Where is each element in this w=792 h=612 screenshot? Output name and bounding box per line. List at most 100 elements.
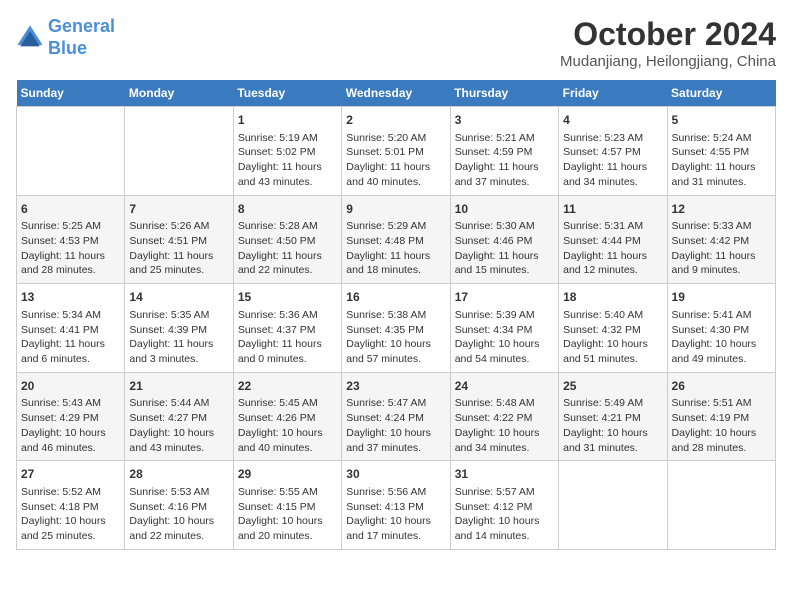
- header-cell-wednesday: Wednesday: [342, 80, 450, 107]
- day-info: Daylight: 11 hours and 0 minutes.: [238, 337, 337, 366]
- day-info: Daylight: 10 hours and 22 minutes.: [129, 514, 228, 543]
- day-info: Sunrise: 5:41 AM: [672, 308, 771, 323]
- day-info: Daylight: 10 hours and 17 minutes.: [346, 514, 445, 543]
- calendar-cell: 11Sunrise: 5:31 AMSunset: 4:44 PMDayligh…: [559, 195, 667, 284]
- day-info: Sunset: 4:35 PM: [346, 323, 445, 338]
- day-info: Sunset: 4:48 PM: [346, 234, 445, 249]
- day-info: Sunset: 4:32 PM: [563, 323, 662, 338]
- calendar-table: SundayMondayTuesdayWednesdayThursdayFrid…: [16, 80, 776, 550]
- day-info: Daylight: 11 hours and 9 minutes.: [672, 249, 771, 278]
- day-info: Daylight: 11 hours and 22 minutes.: [238, 249, 337, 278]
- day-info: Daylight: 10 hours and 31 minutes.: [563, 426, 662, 455]
- day-number: 27: [21, 466, 120, 483]
- calendar-cell: 3Sunrise: 5:21 AMSunset: 4:59 PMDaylight…: [450, 107, 558, 196]
- calendar-cell: 21Sunrise: 5:44 AMSunset: 4:27 PMDayligh…: [125, 372, 233, 461]
- logo-icon: [16, 24, 44, 52]
- day-info: Sunset: 4:12 PM: [455, 500, 554, 515]
- day-info: Sunset: 5:02 PM: [238, 145, 337, 160]
- day-number: 11: [563, 201, 662, 218]
- day-number: 4: [563, 112, 662, 129]
- day-info: Daylight: 11 hours and 34 minutes.: [563, 160, 662, 189]
- day-info: Daylight: 10 hours and 43 minutes.: [129, 426, 228, 455]
- day-number: 29: [238, 466, 337, 483]
- calendar-cell: 13Sunrise: 5:34 AMSunset: 4:41 PMDayligh…: [17, 284, 125, 373]
- day-info: Sunset: 4:24 PM: [346, 411, 445, 426]
- header-cell-sunday: Sunday: [17, 80, 125, 107]
- day-info: Sunset: 4:53 PM: [21, 234, 120, 249]
- calendar-cell: 1Sunrise: 5:19 AMSunset: 5:02 PMDaylight…: [233, 107, 341, 196]
- day-info: Sunset: 4:42 PM: [672, 234, 771, 249]
- day-info: Sunrise: 5:21 AM: [455, 131, 554, 146]
- day-number: 5: [672, 112, 771, 129]
- calendar-cell: 22Sunrise: 5:45 AMSunset: 4:26 PMDayligh…: [233, 372, 341, 461]
- calendar-cell: 7Sunrise: 5:26 AMSunset: 4:51 PMDaylight…: [125, 195, 233, 284]
- day-info: Sunrise: 5:40 AM: [563, 308, 662, 323]
- day-info: Sunrise: 5:49 AM: [563, 396, 662, 411]
- day-info: Sunrise: 5:29 AM: [346, 219, 445, 234]
- logo-line2: Blue: [48, 38, 87, 58]
- calendar-week-2: 6Sunrise: 5:25 AMSunset: 4:53 PM Daylight…: [17, 195, 776, 284]
- calendar-week-1: 1Sunrise: 5:19 AMSunset: 5:02 PMDaylight…: [17, 107, 776, 196]
- day-info: Daylight: 10 hours and 40 minutes.: [238, 426, 337, 455]
- header-cell-monday: Monday: [125, 80, 233, 107]
- day-info: Sunrise: 5:47 AM: [346, 396, 445, 411]
- calendar-cell: 24Sunrise: 5:48 AMSunset: 4:22 PMDayligh…: [450, 372, 558, 461]
- day-info: Daylight: 10 hours and 25 minutes.: [21, 514, 120, 543]
- day-info: Daylight: 10 hours and 51 minutes.: [563, 337, 662, 366]
- day-info: Sunrise: 5:23 AM: [563, 131, 662, 146]
- day-number: 30: [346, 466, 445, 483]
- day-info: Sunset: 4:41 PM: [21, 323, 120, 338]
- header-cell-tuesday: Tuesday: [233, 80, 341, 107]
- day-info: Sunrise: 5:25 AM: [21, 219, 120, 234]
- day-number: 9: [346, 201, 445, 218]
- calendar-cell: 14Sunrise: 5:35 AMSunset: 4:39 PMDayligh…: [125, 284, 233, 373]
- day-number: 21: [129, 378, 228, 395]
- day-info: Daylight: 10 hours and 49 minutes.: [672, 337, 771, 366]
- day-number: 24: [455, 378, 554, 395]
- day-number: 19: [672, 289, 771, 306]
- day-info: Sunrise: 5:44 AM: [129, 396, 228, 411]
- day-info: Daylight: 11 hours and 31 minutes.: [672, 160, 771, 189]
- day-info: Daylight: 10 hours and 57 minutes.: [346, 337, 445, 366]
- day-number: 6: [21, 201, 120, 218]
- day-number: 7: [129, 201, 228, 218]
- day-info: Sunrise: 5:33 AM: [672, 219, 771, 234]
- day-info: Sunrise: 5:24 AM: [672, 131, 771, 146]
- day-info: Daylight: 11 hours and 43 minutes.: [238, 160, 337, 189]
- calendar-title: October 2024: [560, 16, 776, 53]
- day-info: Sunset: 5:01 PM: [346, 145, 445, 160]
- page-header: General Blue October 2024 Mudanjiang, He…: [16, 16, 776, 70]
- day-number: 2: [346, 112, 445, 129]
- day-number: 14: [129, 289, 228, 306]
- logo: General Blue: [16, 16, 115, 59]
- calendar-cell: 27Sunrise: 5:52 AMSunset: 4:18 PMDayligh…: [17, 461, 125, 550]
- calendar-cell: 28Sunrise: 5:53 AMSunset: 4:16 PMDayligh…: [125, 461, 233, 550]
- logo-text: General Blue: [48, 16, 115, 59]
- day-number: 1: [238, 112, 337, 129]
- calendar-cell: 6Sunrise: 5:25 AMSunset: 4:53 PMDaylight…: [17, 195, 125, 284]
- header-cell-friday: Friday: [559, 80, 667, 107]
- day-info: Sunset: 4:50 PM: [238, 234, 337, 249]
- day-info: Daylight: 11 hours and 15 minutes.: [455, 249, 554, 278]
- calendar-cell: 30Sunrise: 5:56 AMSunset: 4:13 PMDayligh…: [342, 461, 450, 550]
- day-number: 31: [455, 466, 554, 483]
- calendar-cell: [17, 107, 125, 196]
- calendar-week-4: 20Sunrise: 5:43 AMSunset: 4:29 PMDayligh…: [17, 372, 776, 461]
- day-number: 3: [455, 112, 554, 129]
- day-info: Sunset: 4:46 PM: [455, 234, 554, 249]
- day-info: Daylight: 11 hours and 40 minutes.: [346, 160, 445, 189]
- day-info: Daylight: 10 hours and 34 minutes.: [455, 426, 554, 455]
- day-number: 28: [129, 466, 228, 483]
- day-info: Daylight: 10 hours and 54 minutes.: [455, 337, 554, 366]
- day-info: Sunset: 4:30 PM: [672, 323, 771, 338]
- day-info: Sunrise: 5:57 AM: [455, 485, 554, 500]
- day-info: Daylight: 10 hours and 37 minutes.: [346, 426, 445, 455]
- day-info: Sunrise: 5:56 AM: [346, 485, 445, 500]
- calendar-cell: 23Sunrise: 5:47 AMSunset: 4:24 PMDayligh…: [342, 372, 450, 461]
- calendar-cell: 16Sunrise: 5:38 AMSunset: 4:35 PMDayligh…: [342, 284, 450, 373]
- day-info: Sunset: 4:21 PM: [563, 411, 662, 426]
- calendar-cell: 18Sunrise: 5:40 AMSunset: 4:32 PMDayligh…: [559, 284, 667, 373]
- day-info: Sunrise: 5:38 AM: [346, 308, 445, 323]
- day-info: Sunrise: 5:36 AM: [238, 308, 337, 323]
- calendar-cell: 2Sunrise: 5:20 AMSunset: 5:01 PMDaylight…: [342, 107, 450, 196]
